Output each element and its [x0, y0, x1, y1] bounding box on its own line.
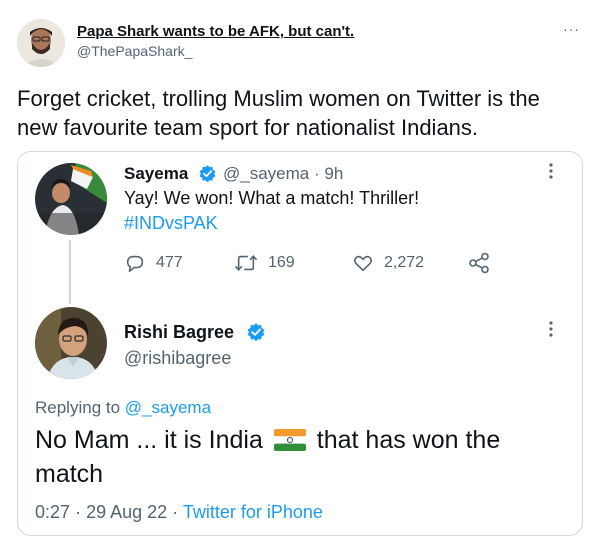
sayema-avatar-image [35, 163, 107, 235]
outer-avatar[interactable] [17, 19, 65, 67]
rishi-meta-separator-2: · [172, 502, 179, 522]
rishi-date[interactable]: 29 Aug 22 [86, 502, 167, 522]
retweet-action[interactable]: 169 [234, 252, 295, 274]
reply-count: 477 [156, 254, 183, 271]
outer-avatar-image [17, 19, 65, 67]
outer-handle[interactable]: @ThePapaShark_ [77, 43, 192, 59]
rishi-meta-separator-1: · [75, 502, 82, 522]
sayema-more-icon[interactable] [548, 162, 554, 180]
outer-tweet-text-line1: Forget cricket, trolling Muslim women on… [17, 86, 540, 111]
like-action[interactable]: 2,272 [352, 252, 424, 274]
like-count: 2,272 [384, 254, 425, 271]
replying-to: Replying to @_sayema [35, 398, 211, 418]
india-flag-icon [273, 429, 306, 451]
rishi-tweet-text: No Mam ... it is India that has won the … [35, 423, 500, 491]
retweet-count: 169 [268, 254, 295, 271]
replying-to-label: Replying to [35, 398, 121, 417]
rishi-avatar-image [35, 307, 107, 379]
sayema-display-name[interactable]: Sayema [124, 164, 188, 184]
outer-tweet-text: Forget cricket, trolling Muslim women on… [17, 84, 540, 142]
reply-action[interactable]: 477 [124, 252, 183, 274]
rishi-verified-icon [246, 322, 266, 342]
sayema-avatar[interactable] [35, 163, 107, 235]
thread-connector [69, 240, 71, 304]
rishi-source[interactable]: Twitter for iPhone [183, 502, 323, 522]
retweet-icon [234, 254, 258, 272]
sayema-tweet-text: Yay! We won! What a match! Thriller! [124, 188, 420, 208]
sayema-verified-icon [198, 164, 217, 183]
rishi-time[interactable]: 0:27 [35, 502, 70, 522]
rishi-tweet-text-line1: No Mam ... it is India that has won the [35, 423, 500, 457]
share-icon[interactable] [467, 252, 491, 274]
rishi-tweet-meta: 0:27 · 29 Aug 22 · Twitter for iPhone [35, 502, 323, 523]
rishi-tweet-text-part2: that has won the [316, 426, 501, 454]
rishi-tweet-text-line2: match [35, 460, 104, 488]
rishi-display-name[interactable]: Rishi Bagree [124, 322, 234, 343]
more-icon[interactable]: ··· [563, 21, 580, 37]
sayema-separator: · [313, 164, 320, 183]
sayema-hashtag[interactable]: #INDvsPAK [124, 213, 218, 234]
replying-to-handle[interactable]: @_sayema [125, 398, 211, 417]
like-icon [353, 255, 373, 272]
rishi-avatar[interactable] [35, 307, 107, 379]
sayema-meta: @_sayema · 9h [223, 164, 343, 184]
outer-display-name[interactable]: Papa Shark wants to be AFK, but can't. [77, 23, 354, 40]
sayema-time[interactable]: 9h [324, 164, 343, 183]
rishi-more-icon[interactable] [548, 320, 554, 338]
rishi-tweet-text-part1: No Mam ... it is India [35, 426, 263, 454]
outer-tweet-text-line2: new favourite team sport for nationalist… [17, 115, 479, 140]
sayema-handle[interactable]: @_sayema [223, 164, 309, 183]
rishi-handle[interactable]: @rishibagree [124, 348, 231, 369]
reply-icon [126, 255, 144, 273]
